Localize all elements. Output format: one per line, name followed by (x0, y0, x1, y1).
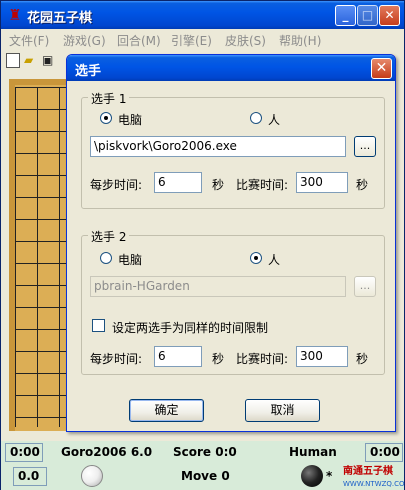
menu-file[interactable]: 文件(F) (9, 32, 49, 49)
score-label: Score 0:0 (173, 445, 237, 459)
player1-match-time-input[interactable]: 300 (296, 172, 348, 193)
player1-step-time-input[interactable]: 6 (154, 172, 202, 193)
open-folder-icon[interactable]: ▰ (24, 53, 38, 68)
right-player-name: Human (289, 445, 337, 459)
left-player-name: Goro2006 6.0 (61, 445, 153, 459)
player1-match-time-label: 比赛时间: (236, 178, 289, 192)
new-file-icon[interactable] (6, 53, 20, 68)
player2-match-time-input[interactable]: 300 (296, 346, 348, 367)
radio-label: 人 (268, 253, 281, 267)
status-bar-top: 0:00 Goro2006 6.0 Score 0:0 Human 0:00 (1, 441, 404, 463)
same-time-limit-label: 设定两选手为同样的时间限制 (112, 321, 269, 335)
menu-round[interactable]: 回合(M) (117, 32, 161, 49)
logo-text: 南通五子棋 (343, 466, 393, 477)
player2-step-time-label: 每步时间: (90, 352, 143, 366)
dialog-title: 选手 (75, 64, 102, 79)
radio-button[interactable] (250, 112, 262, 124)
players-dialog: 选手 ✕ 选手 1 电脑 人 \piskvork\Goro2006.exe ..… (66, 54, 396, 432)
player2-step-time-unit: 秒 (212, 352, 225, 366)
site-logo: 南通五子棋 WWW.NTWZQ.COM (343, 466, 405, 490)
player1-browse-button[interactable]: ... (354, 136, 376, 157)
board-grid[interactable] (15, 87, 71, 427)
radio-label: 人 (268, 113, 281, 127)
dialog-title-bar[interactable]: 选手 ✕ (67, 55, 395, 81)
radio-label: 电脑 (118, 253, 143, 267)
turn-marker: * (326, 469, 333, 483)
maximize-button[interactable]: □ (357, 5, 378, 26)
radio-label: 电脑 (118, 113, 143, 127)
menu-engine[interactable]: 引擎(E) (171, 32, 212, 49)
right-timer: 0:00 (365, 443, 403, 462)
left-step-time: 0.0 (13, 467, 47, 486)
player1-step-time-unit: 秒 (212, 178, 225, 192)
player2-engine-path[interactable]: pbrain-HGarden (90, 276, 346, 297)
menu-skin[interactable]: 皮肤(S) (225, 32, 266, 49)
move-counter: Move 0 (181, 469, 230, 483)
menu-game[interactable]: 游戏(G) (63, 32, 106, 49)
player2-step-time-input[interactable]: 6 (154, 346, 202, 367)
black-stone-icon (301, 465, 323, 487)
player2-browse-button[interactable]: ... (354, 276, 376, 297)
player2-match-time-label: 比赛时间: (236, 352, 289, 366)
player2-match-time-unit: 秒 (356, 352, 369, 366)
radio-button[interactable] (100, 112, 112, 124)
dialog-close-button[interactable]: ✕ (371, 58, 392, 79)
window-title: 花园五子棋 (27, 11, 93, 26)
player1-legend: 选手 1 (88, 90, 130, 107)
player1-engine-path[interactable]: \piskvork\Goro2006.exe (90, 136, 346, 157)
left-timer: 0:00 (5, 443, 43, 462)
player2-group: 选手 2 电脑 人 pbrain-HGarden ... 设定两选手为同样的时间… (81, 228, 385, 375)
save-disk-icon[interactable]: ▣ (42, 53, 56, 68)
title-bar[interactable]: ♜ 花园五子棋 _ □ ✕ (1, 1, 404, 29)
ok-button[interactable]: 确定 (129, 399, 204, 422)
white-stone-icon (81, 465, 103, 487)
minimize-button[interactable]: _ (335, 5, 356, 26)
menu-help[interactable]: 帮助(H) (279, 32, 321, 49)
close-button[interactable]: ✕ (379, 5, 400, 26)
logo-url: WWW.NTWZQ.COM (343, 480, 405, 488)
cancel-button[interactable]: 取消 (245, 399, 320, 422)
gomoku-app-icon: ♜ (8, 6, 22, 24)
player1-group: 选手 1 电脑 人 \piskvork\Goro2006.exe ... 每步时… (81, 90, 385, 209)
menu-bar: 文件(F) 游戏(G) 回合(M) 引擎(E) 皮肤(S) 帮助(H) (1, 29, 404, 49)
same-time-limit-checkbox[interactable] (92, 319, 105, 332)
player1-step-time-label: 每步时间: (90, 178, 143, 192)
radio-button[interactable] (100, 252, 112, 264)
player1-match-time-unit: 秒 (356, 178, 369, 192)
radio-button[interactable] (250, 252, 262, 264)
player2-legend: 选手 2 (88, 228, 130, 245)
